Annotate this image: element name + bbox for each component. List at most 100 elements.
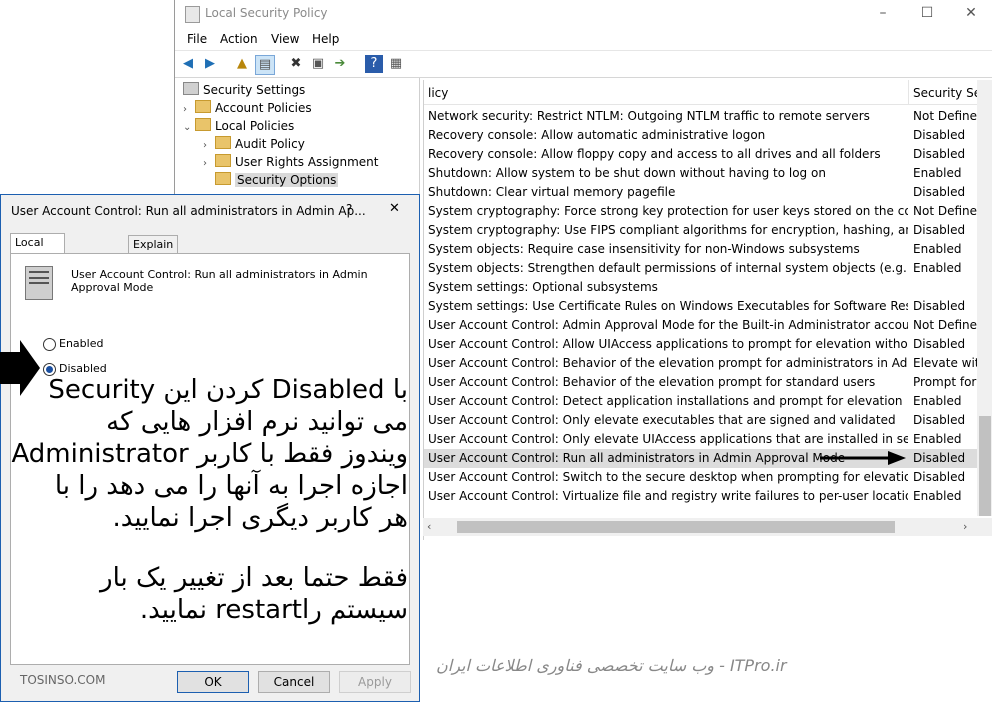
table-row[interactable]: User Account Control: Only elevate UIAcc…	[424, 430, 992, 449]
forward-icon[interactable]: ▶	[201, 55, 219, 73]
cancel-button[interactable]: Cancel	[258, 671, 330, 693]
maximize-icon[interactable]: ☐	[907, 2, 947, 24]
chevron-right-icon[interactable]: ›	[203, 158, 215, 169]
row-policy: Shutdown: Allow system to be shut down w…	[428, 166, 826, 180]
table-row[interactable]: System settings: Use Certificate Rules o…	[424, 297, 992, 316]
folder-icon	[215, 136, 231, 149]
annotation-line: سیستم راrestart نمایید.	[139, 595, 408, 625]
policy-list: licy ⌃ Security Setti Network security: …	[423, 80, 992, 540]
table-row[interactable]: User Account Control: Detect application…	[424, 392, 992, 411]
annotation-line: می توانید نرم افزار هایی که	[106, 407, 408, 437]
apply-button[interactable]: Apply	[339, 671, 411, 693]
table-row[interactable]: User Account Control: Behavior of the el…	[424, 354, 992, 373]
up-folder-icon[interactable]: ▲	[233, 55, 251, 73]
horizontal-scrollbar[interactable]: ‹ ›	[423, 518, 992, 536]
table-row[interactable]: System objects: Require case insensitivi…	[424, 240, 992, 259]
minimize-icon[interactable]: –	[863, 2, 903, 24]
list-header: licy ⌃ Security Setti	[424, 80, 992, 105]
window-title: Local Security Policy	[205, 6, 328, 20]
console-icon[interactable]: ▦	[387, 55, 405, 73]
radio-enabled[interactable]	[43, 338, 56, 351]
table-row[interactable]: System cryptography: Force strong key pr…	[424, 202, 992, 221]
menu-file[interactable]: File	[187, 32, 207, 46]
security-settings-icon	[183, 82, 199, 95]
column-policy[interactable]: licy	[428, 86, 448, 100]
table-row[interactable]: Recovery console: Allow automatic admini…	[424, 126, 992, 145]
annotation-line: با Disabled کردن این Security	[48, 375, 408, 405]
ok-button[interactable]: OK	[177, 671, 249, 693]
title-bar[interactable]: Local Security Policy – ☐ ✕	[175, 0, 992, 28]
folder-icon	[215, 172, 231, 185]
tab-local-security-setting[interactable]: Local Security Setting	[10, 233, 66, 285]
tree-security-options[interactable]: Security Options	[203, 172, 339, 187]
close-icon[interactable]: ✕	[951, 2, 991, 24]
scroll-left-icon[interactable]: ‹	[427, 520, 431, 533]
tree-account-policies[interactable]: › Account Policies	[183, 100, 312, 115]
table-row[interactable]: Shutdown: Allow system to be shut down w…	[424, 164, 992, 183]
row-policy: User Account Control: Admin Approval Mod…	[428, 318, 908, 332]
chevron-right-icon[interactable]: ›	[203, 140, 215, 151]
row-policy: Shutdown: Clear virtual memory pagefile	[428, 185, 676, 199]
row-policy: Network security: Restrict NTLM: Outgoin…	[428, 109, 870, 123]
row-policy: User Account Control: Virtualize file an…	[428, 489, 908, 503]
pointer-arrow	[820, 451, 906, 465]
dialog-close-icon[interactable]: ✕	[389, 201, 400, 216]
table-row[interactable]: System cryptography: Use FIPS compliant …	[424, 221, 992, 240]
row-policy: User Account Control: Allow UIAccess app…	[428, 337, 908, 351]
row-policy: User Account Control: Detect application…	[428, 394, 903, 408]
row-policy: System cryptography: Use FIPS compliant …	[428, 223, 908, 237]
table-row[interactable]: User Account Control: Allow UIAccess app…	[424, 335, 992, 354]
export-list-icon[interactable]: ➔	[331, 55, 349, 73]
menu-help[interactable]: Help	[312, 32, 339, 46]
table-row[interactable]: User Account Control: Admin Approval Mod…	[424, 316, 992, 335]
tab-explain[interactable]: Explain	[128, 235, 179, 255]
delete-icon[interactable]: ✖	[287, 55, 305, 73]
annotation-line: ویندوز فقط با کاربر Administrator	[11, 439, 408, 469]
folder-icon	[195, 100, 211, 113]
watermark-right: ITPro.ir - وب سایت تخصصی فناوری اطلاعات …	[436, 656, 787, 675]
server-icon	[25, 266, 53, 300]
annotation-line: اجازه اجرا به آنها را می دهد را با	[54, 471, 408, 501]
chevron-down-icon[interactable]: ⌄	[183, 122, 195, 133]
table-row[interactable]: System objects: Strengthen default permi…	[424, 259, 992, 278]
table-row[interactable]: Network security: Restrict NTLM: Outgoin…	[424, 107, 992, 126]
table-row[interactable]: User Account Control: Switch to the secu…	[424, 468, 992, 487]
menu-action[interactable]: Action	[220, 32, 258, 46]
tree-label: Local Policies	[215, 119, 295, 133]
scroll-right-icon[interactable]: ›	[963, 520, 967, 533]
folder-icon	[215, 154, 231, 167]
tree-user-rights[interactable]: › User Rights Assignment	[203, 154, 378, 169]
row-policy: User Account Control: Switch to the secu…	[428, 470, 908, 484]
tree-audit-policy[interactable]: › Audit Policy	[203, 136, 305, 151]
vscroll-thumb[interactable]	[979, 416, 991, 516]
table-row[interactable]: System settings: Optional subsystems	[424, 278, 992, 297]
chevron-right-icon[interactable]: ›	[183, 104, 195, 115]
menu-view[interactable]: View	[271, 32, 299, 46]
policy-name: User Account Control: Run all administra…	[71, 268, 368, 294]
tree-label: Account Policies	[215, 101, 312, 115]
row-policy: User Account Control: Behavior of the el…	[428, 375, 876, 389]
annotation-line: فقط حتما بعد از تغییر یک بار	[100, 563, 408, 593]
table-row[interactable]: Recovery console: Allow floppy copy and …	[424, 145, 992, 164]
annotation-line: هر کاربر دیگری اجرا نمایید.	[112, 503, 408, 533]
row-policy: User Account Control: Only elevate execu…	[428, 413, 896, 427]
tree-label: Audit Policy	[235, 137, 305, 151]
show-hide-tree-icon[interactable]: ▤	[255, 55, 275, 75]
row-policy: System objects: Require case insensitivi…	[428, 242, 860, 256]
help-icon[interactable]: ?	[365, 55, 383, 73]
vertical-scrollbar[interactable]	[977, 80, 992, 516]
row-policy: System objects: Strengthen default permi…	[428, 261, 908, 275]
row-policy: System settings: Optional subsystems	[428, 280, 658, 294]
table-row[interactable]: Shutdown: Clear virtual memory pagefile D…	[424, 183, 992, 202]
tree-security-settings[interactable]: Security Settings	[183, 82, 305, 97]
table-row[interactable]: User Account Control: Behavior of the el…	[424, 373, 992, 392]
properties-icon[interactable]: ▣	[309, 55, 327, 73]
row-policy: User Account Control: Only elevate UIAcc…	[428, 432, 908, 446]
app-icon	[185, 6, 200, 23]
table-row[interactable]: User Account Control: Virtualize file an…	[424, 487, 992, 506]
scroll-thumb[interactable]	[457, 521, 895, 533]
back-icon[interactable]: ◀	[179, 55, 197, 73]
table-row[interactable]: User Account Control: Only elevate execu…	[424, 411, 992, 430]
tree-local-policies[interactable]: ⌄ Local Policies	[183, 118, 294, 133]
help-button[interactable]: ?	[346, 202, 352, 216]
